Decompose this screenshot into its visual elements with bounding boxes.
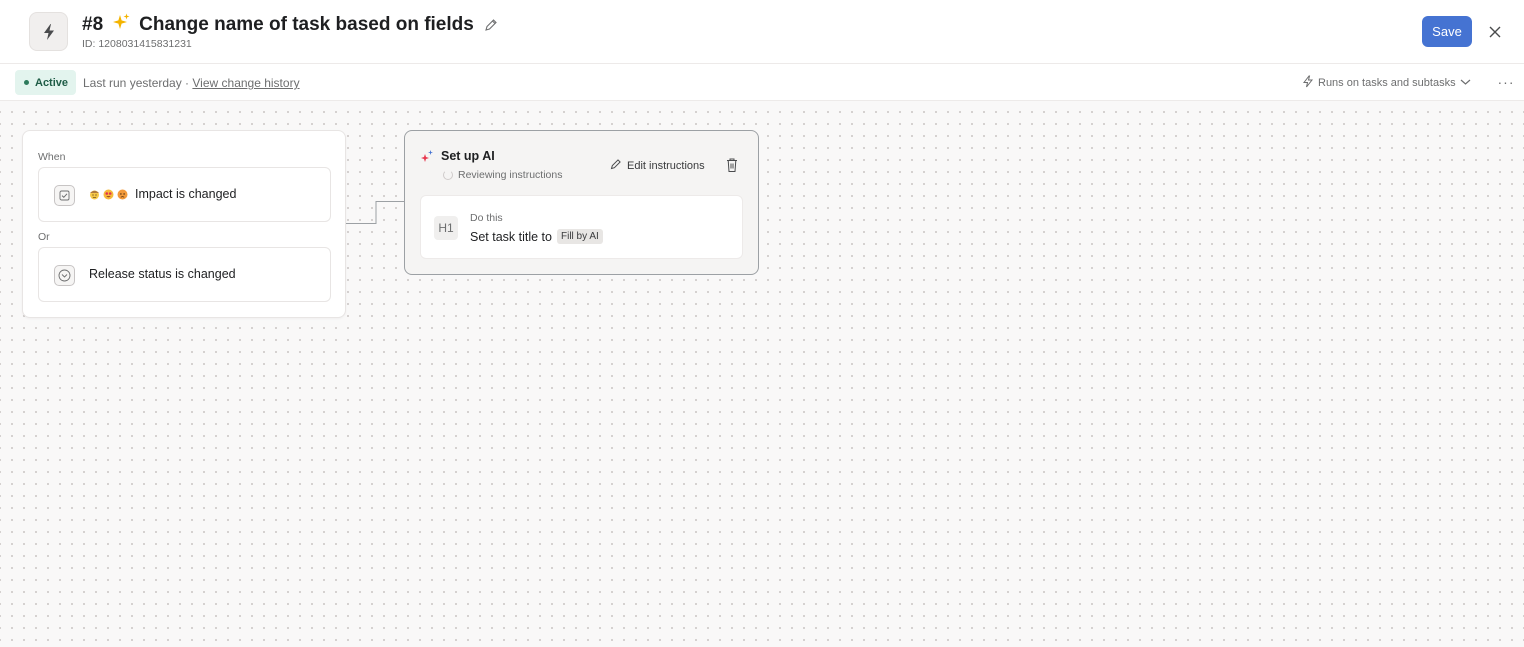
trigger-card: When Impact is changed Or Release status…: [22, 130, 346, 318]
rule-title[interactable]: #8 Change name of task based on fields: [82, 12, 498, 38]
ai-step-status-text: Reviewing instructions: [458, 169, 563, 181]
runs-on-label: Runs on tasks and subtasks: [1318, 77, 1456, 89]
status-badge: Active: [15, 70, 77, 95]
sparkles-icon: [111, 12, 131, 38]
close-icon[interactable]: [1486, 23, 1504, 41]
edit-instructions-label: Edit instructions: [627, 159, 705, 172]
trash-icon[interactable]: [724, 156, 740, 174]
ai-step-status: Reviewing instructions: [443, 169, 562, 181]
action-text: Set task title to: [470, 229, 552, 244]
last-run-text: Last run yesterday ·: [83, 76, 193, 90]
chevron-circle-icon: [54, 265, 75, 286]
fill-by-ai-chip[interactable]: Fill by AI: [556, 229, 603, 244]
chevron-down-icon: [1460, 77, 1471, 89]
edit-title-pencil-icon[interactable]: [484, 18, 498, 32]
impact-emojis: [89, 189, 128, 200]
ai-step-title: Set up AI: [441, 149, 495, 163]
rule-status-bar: Active Last run yesterday · View change …: [0, 64, 1524, 101]
last-run-info: Last run yesterday · View change history: [83, 76, 300, 90]
trigger-label: Impact is changed: [89, 187, 236, 201]
runs-on-dropdown[interactable]: Runs on tasks and subtasks: [1302, 75, 1471, 91]
or-label: Or: [38, 231, 50, 243]
more-options-button[interactable]: ···: [1495, 72, 1517, 92]
action-label: Do this: [470, 212, 503, 224]
trigger-label-text: Release status is changed: [89, 267, 236, 281]
action-set-task-title[interactable]: H1 Do this Set task title to Fill by AI: [420, 195, 743, 259]
status-label: Active: [35, 76, 69, 89]
heading-h1-icon: H1: [434, 216, 458, 240]
flow-connector: [346, 201, 406, 224]
trigger-label-text: Impact is changed: [135, 187, 237, 201]
pouting-face-icon: [117, 189, 128, 200]
lightning-bolt-icon: [29, 12, 68, 51]
loading-spinner-icon: [443, 170, 453, 180]
save-button[interactable]: Save: [1422, 16, 1472, 47]
ai-sparkle-icon: [419, 149, 435, 170]
view-change-history-link[interactable]: View change history: [192, 76, 299, 90]
heart-eyes-face-icon: [103, 189, 114, 200]
edit-instructions-button[interactable]: Edit instructions: [610, 158, 705, 173]
action-description: Set task title to Fill by AI: [470, 229, 603, 244]
lightning-outline-icon: [1302, 75, 1314, 91]
rule-title-text: Change name of task based on fields: [139, 14, 474, 35]
rule-number: #8: [82, 14, 104, 35]
trigger-release-status-changed[interactable]: Release status is changed: [38, 247, 331, 302]
trigger-label: Release status is changed: [89, 267, 236, 281]
ai-step-card[interactable]: Set up AI Reviewing instructions Edit in…: [404, 130, 759, 275]
rule-header: #8 Change name of task based on fields I…: [0, 0, 1524, 64]
when-label: When: [38, 151, 66, 163]
cowboy-face-icon: [89, 189, 100, 200]
pencil-icon: [610, 158, 622, 173]
checkbox-icon: [54, 185, 75, 206]
rule-id: ID: 1208031415831231: [82, 38, 192, 50]
trigger-impact-changed[interactable]: Impact is changed: [38, 167, 331, 222]
status-dot-icon: [24, 80, 29, 85]
